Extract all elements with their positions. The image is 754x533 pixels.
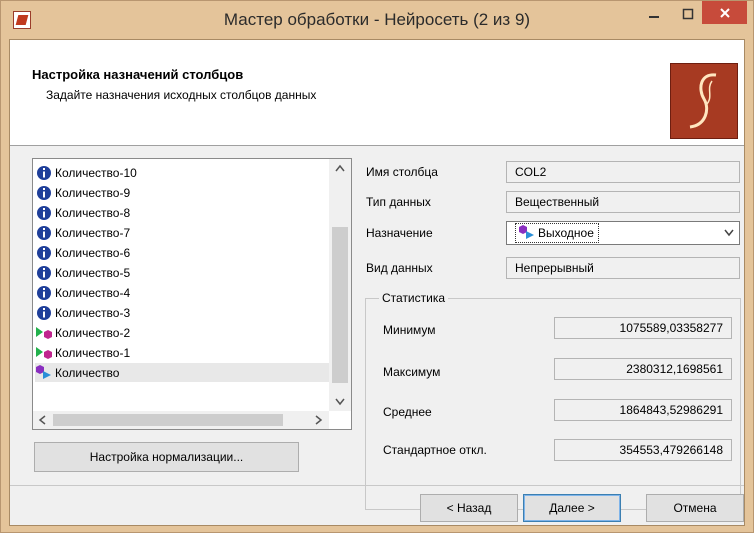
mean-label: Среднее [383,405,432,419]
list-item-label: Количество-1 [55,345,131,360]
list-item-label: Количество-8 [55,205,131,220]
info-icon [35,284,53,302]
list-item-label: Количество-5 [55,265,131,280]
scroll-up-icon[interactable] [335,163,345,175]
info-icon [35,204,53,222]
title-bar[interactable]: Мастер обработки - Нейросеть (2 из 9) [1,1,753,39]
min-value: 1075589,03358277 [554,317,732,339]
scroll-left-icon[interactable] [38,415,46,428]
wizard-header: Настройка назначений столбцов Задайте на… [10,40,744,146]
scroll-down-icon[interactable] [335,397,345,409]
scroll-right-icon[interactable] [315,415,323,428]
info-icon [35,264,53,282]
data-kind-label: Вид данных [366,261,433,275]
list-item[interactable]: Количество-10 [35,163,329,182]
columns-list[interactable]: Количество-10 Количество-9 Количество-8 … [32,158,352,430]
close-icon [719,7,730,18]
list-item[interactable]: Количество-6 [35,243,329,262]
list-item-label: Количество-9 [55,185,131,200]
list-item-label: Количество-3 [55,305,131,320]
std-value: 354553,479266148 [554,439,732,461]
deductor-logo [670,63,738,139]
statistics-group: Статистика Минимум 1075589,03358277 Макс… [365,291,741,510]
statistics-title: Статистика [379,291,449,305]
purpose-value-text: Выходное [538,226,594,240]
maximize-button[interactable] [671,1,705,27]
horizontal-scroll-thumb[interactable] [53,414,283,426]
info-icon [35,304,53,322]
vertical-scrollbar[interactable] [329,159,351,411]
list-item-label: Количество-4 [55,285,131,300]
mean-value: 1864843,52986291 [554,399,732,421]
next-button[interactable]: Далее > [523,494,621,522]
purpose-label: Назначение [366,226,433,240]
minimize-button[interactable] [637,1,671,27]
cancel-button[interactable]: Отмена [646,494,744,522]
info-icon [35,224,53,242]
max-label: Максимум [383,365,441,379]
wizard-client-area: Настройка назначений столбцов Задайте на… [9,39,745,526]
footer-divider [10,485,744,486]
info-icon [35,184,53,202]
list-item[interactable]: Количество-7 [35,223,329,242]
data-type-field: Вещественный [506,191,740,213]
horizontal-scrollbar[interactable] [33,411,329,429]
step-title: Настройка назначений столбцов [32,67,244,82]
list-item[interactable]: Количество-3 [35,303,329,322]
list-item[interactable]: Количество-5 [35,263,329,282]
std-label: Стандартное откл. [383,443,487,457]
list-item-label: Количество-7 [55,225,131,240]
wizard-window: Мастер обработки - Нейросеть (2 из 9) На… [0,0,754,533]
close-button[interactable] [702,1,747,24]
minimize-icon [649,16,659,18]
list-item[interactable]: Количество-9 [35,183,329,202]
data-kind-field: Непрерывный [506,257,740,279]
info-icon [35,164,53,182]
column-name-field: COL2 [506,161,740,183]
vertical-scroll-thumb[interactable] [332,227,348,383]
chevron-down-icon[interactable] [721,225,737,241]
list-item[interactable]: Количество-8 [35,203,329,222]
maximize-icon [682,8,694,20]
output-arrow-icon [518,224,536,242]
info-icon [35,244,53,262]
normalization-settings-button[interactable]: Настройка нормализации... [34,442,299,472]
list-item-label: Количество-2 [55,325,131,340]
back-button[interactable]: < Назад [420,494,518,522]
list-item[interactable]: Количество-2 [35,323,329,342]
list-item[interactable]: Количество-1 [35,343,329,362]
list-item[interactable]: Количество-4 [35,283,329,302]
list-item-label: Количество-10 [55,165,137,180]
column-name-label: Имя столбца [366,165,438,179]
list-item-label: Количество-6 [55,245,131,260]
list-item-selected[interactable]: Количество [35,363,329,382]
data-type-label: Тип данных [366,195,431,209]
input-arrow-icon [35,344,53,362]
purpose-select[interactable]: Выходное [506,221,740,245]
list-item-label: Количество [55,365,120,380]
step-subtitle: Задайте назначения исходных столбцов дан… [46,88,317,102]
max-value: 2380312,1698561 [554,358,732,380]
purpose-selected-value: Выходное [515,223,599,243]
input-arrow-icon [35,324,53,342]
min-label: Минимум [383,323,436,337]
output-arrow-icon [35,364,53,382]
